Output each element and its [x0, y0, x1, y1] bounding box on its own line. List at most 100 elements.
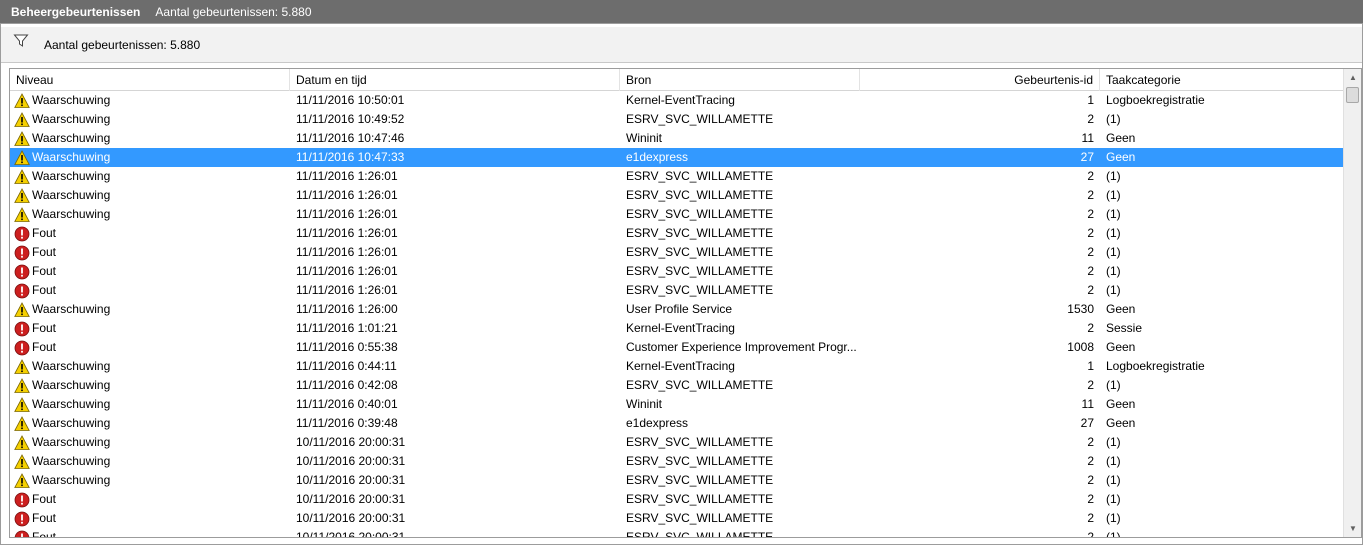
cell-level: Waarschuwing — [10, 452, 290, 471]
column-header-level[interactable]: Niveau — [10, 69, 290, 91]
cell-level: Waarschuwing — [10, 110, 290, 129]
table-row[interactable]: Fout 11/11/2016 1:26:01 ESRV_SVC_WILLAMETT… — [10, 262, 1343, 281]
error-icon — [14, 245, 30, 261]
scroll-up-icon[interactable]: ▲ — [1344, 69, 1361, 86]
level-text: Waarschuwing — [32, 93, 111, 107]
table-row[interactable]: Waarschuwing 11/11/2016 0:42:08 ESRV_SVC_W… — [10, 376, 1343, 395]
column-header-date[interactable]: Datum en tijd — [290, 69, 620, 91]
cell-date: 10/11/2016 20:00:31 — [296, 511, 406, 525]
table-row[interactable]: Waarschuwing 11/11/2016 10:50:01 Kernel-Ev… — [10, 91, 1343, 110]
cell-source: Kernel-EventTracing — [626, 93, 735, 107]
cell-event-id: 2 — [1087, 378, 1094, 392]
cell-task-category: Geen — [1106, 397, 1136, 411]
cell-source: ESRV_SVC_WILLAMETTE — [626, 473, 774, 487]
warning-icon — [14, 415, 30, 432]
cell-level: Waarschuwing — [10, 395, 290, 414]
table-body: Waarschuwing 11/11/2016 10:50:01 Kernel-Ev… — [10, 91, 1343, 537]
warning-icon — [14, 396, 30, 413]
cell-event-id: 2 — [1087, 245, 1094, 259]
table-row[interactable]: Waarschuwing 11/11/2016 0:40:01 Wininit 11 G… — [10, 395, 1343, 414]
warning-icon — [14, 206, 30, 223]
cell-level: Fout — [10, 528, 290, 537]
cell-task-category: (1) — [1106, 511, 1121, 525]
scroll-thumb[interactable] — [1346, 87, 1359, 103]
column-header-task-category[interactable]: Taakcategorie — [1100, 69, 1343, 91]
cell-event-id: 2 — [1087, 264, 1094, 278]
table-row[interactable]: Waarschuwing 11/11/2016 10:47:33 e1dexpres… — [10, 148, 1343, 167]
table-row[interactable]: Waarschuwing 11/11/2016 10:49:52 ESRV_SVC_… — [10, 110, 1343, 129]
cell-level: Waarschuwing — [10, 148, 290, 167]
table-row[interactable]: Waarschuwing 11/11/2016 0:39:48 e1dexpress… — [10, 414, 1343, 433]
warning-icon — [14, 187, 30, 204]
view-title-bar: Beheergebeurtenissen Aantal gebeurteniss… — [0, 0, 1363, 23]
cell-event-id: 2 — [1087, 169, 1094, 183]
cell-task-category: Geen — [1106, 150, 1136, 164]
table-row[interactable]: Fout 11/11/2016 0:55:38 Customer Experienc… — [10, 338, 1343, 357]
table-row[interactable]: Fout 10/11/2016 20:00:31 ESRV_SVC_WILLAMET… — [10, 528, 1343, 537]
cell-event-id: 1 — [1087, 93, 1094, 107]
cell-source: ESRV_SVC_WILLAMETTE — [626, 169, 774, 183]
table-header: Niveau Datum en tijd Bron Gebeurtenis-id… — [10, 69, 1343, 91]
table-row[interactable]: Waarschuwing 11/11/2016 1:26:01 ESRV_SVC_W… — [10, 186, 1343, 205]
level-text: Waarschuwing — [32, 359, 111, 373]
table-row[interactable]: Waarschuwing 10/11/2016 20:00:31 ESRV_SVC_… — [10, 471, 1343, 490]
event-panel: Aantal gebeurtenissen: 5.880 Niveau Datu… — [0, 23, 1363, 545]
error-icon — [14, 321, 30, 337]
level-text: Fout — [32, 264, 57, 278]
table-row[interactable]: Waarschuwing 10/11/2016 20:00:31 ESRV_SVC_… — [10, 452, 1343, 471]
column-header-source[interactable]: Bron — [620, 69, 860, 91]
cell-task-category: Geen — [1106, 131, 1136, 145]
cell-source: ESRV_SVC_WILLAMETTE — [626, 492, 774, 506]
cell-date: 11/11/2016 0:55:38 — [296, 340, 398, 354]
table-row[interactable]: Waarschuwing 11/11/2016 10:47:46 Wininit 11… — [10, 129, 1343, 148]
error-icon — [14, 283, 30, 299]
table-row[interactable]: Fout 11/11/2016 1:01:21 Kernel-EventTracin… — [10, 319, 1343, 338]
table-row[interactable]: Waarschuwing 11/11/2016 0:44:11 Kernel-Eve… — [10, 357, 1343, 376]
cell-source: Kernel-EventTracing — [626, 359, 735, 373]
cell-source: ESRV_SVC_WILLAMETTE — [626, 283, 774, 297]
table-row[interactable]: Waarschuwing 11/11/2016 1:26:00 User Profi… — [10, 300, 1343, 319]
cell-level: Fout — [10, 262, 290, 281]
cell-level: Waarschuwing — [10, 205, 290, 224]
warning-icon — [14, 472, 30, 489]
cell-source: ESRV_SVC_WILLAMETTE — [626, 226, 774, 240]
level-text: Fout — [32, 492, 57, 506]
filter-icon[interactable] — [13, 33, 29, 49]
level-text: Fout — [32, 245, 57, 259]
warning-icon — [14, 301, 30, 318]
cell-event-id: 2 — [1087, 112, 1094, 126]
level-text: Fout — [32, 340, 57, 354]
table-row[interactable]: Waarschuwing 11/11/2016 1:26:01 ESRV_SVC_W… — [10, 205, 1343, 224]
scroll-down-icon[interactable]: ▼ — [1344, 520, 1361, 537]
cell-source: ESRV_SVC_WILLAMETTE — [626, 264, 774, 278]
cell-date: 11/11/2016 1:26:00 — [296, 302, 398, 316]
cell-date: 11/11/2016 10:47:33 — [296, 150, 405, 164]
table-row[interactable]: Fout 10/11/2016 20:00:31 ESRV_SVC_WILLAMET… — [10, 490, 1343, 509]
cell-event-id: 2 — [1087, 511, 1094, 525]
table-row[interactable]: Fout 11/11/2016 1:26:01 ESRV_SVC_WILLAMETT… — [10, 243, 1343, 262]
cell-date: 11/11/2016 10:49:52 — [296, 112, 405, 126]
table-row[interactable]: Waarschuwing 11/11/2016 1:26:01 ESRV_SVC_W… — [10, 167, 1343, 186]
cell-date: 11/11/2016 1:26:01 — [296, 245, 398, 259]
cell-source: Wininit — [626, 131, 663, 145]
cell-date: 11/11/2016 10:50:01 — [296, 93, 405, 107]
cell-date: 11/11/2016 1:26:01 — [296, 264, 398, 278]
level-text: Waarschuwing — [32, 416, 111, 430]
level-text: Waarschuwing — [32, 112, 111, 126]
column-header-event-id[interactable]: Gebeurtenis-id — [860, 69, 1100, 91]
cell-event-id: 11 — [1081, 131, 1094, 145]
level-text: Waarschuwing — [32, 397, 111, 411]
cell-source: ESRV_SVC_WILLAMETTE — [626, 245, 774, 259]
events-table: Niveau Datum en tijd Bron Gebeurtenis-id… — [9, 68, 1362, 538]
cell-level: Waarschuwing — [10, 91, 290, 110]
error-icon — [14, 530, 30, 537]
table-row[interactable]: Fout 10/11/2016 20:00:31 ESRV_SVC_WILLAMET… — [10, 509, 1343, 528]
table-row[interactable]: Waarschuwing 10/11/2016 20:00:31 ESRV_SVC_… — [10, 433, 1343, 452]
table-row[interactable]: Fout 11/11/2016 1:26:01 ESRV_SVC_WILLAMETT… — [10, 224, 1343, 243]
cell-date: 11/11/2016 1:26:01 — [296, 207, 398, 221]
vertical-scrollbar[interactable]: ▲ ▼ — [1343, 69, 1361, 537]
level-text: Waarschuwing — [32, 150, 111, 164]
table-row[interactable]: Fout 11/11/2016 1:26:01 ESRV_SVC_WILLAMETT… — [10, 281, 1343, 300]
level-text: Waarschuwing — [32, 473, 111, 487]
cell-event-id: 1008 — [1067, 340, 1094, 354]
